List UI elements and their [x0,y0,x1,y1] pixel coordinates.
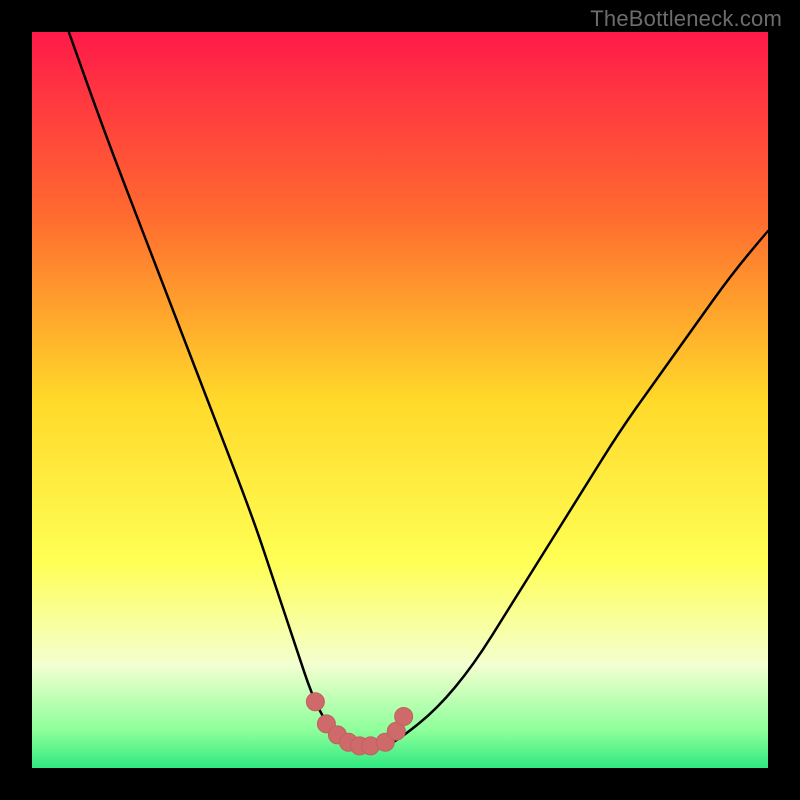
chart-frame: TheBottleneck.com [0,0,800,800]
gradient-background [32,32,768,768]
plot-area [32,32,768,768]
marker-point [395,707,413,725]
marker-point [306,693,324,711]
bottleneck-chart [32,32,768,768]
watermark-text: TheBottleneck.com [590,6,782,32]
